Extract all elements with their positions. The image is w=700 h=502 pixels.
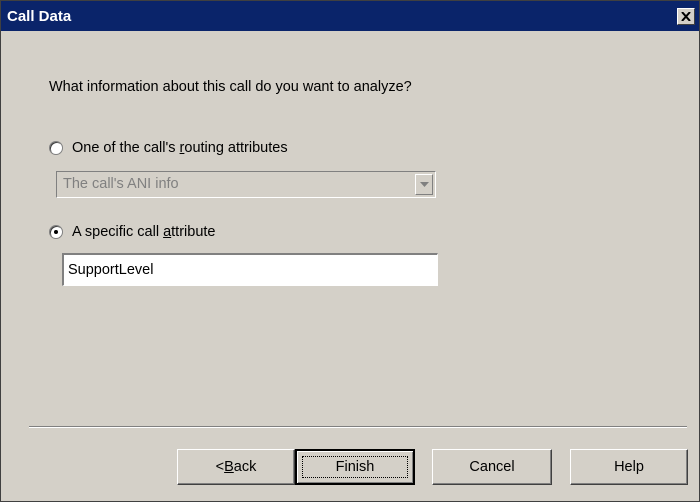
help-button[interactable]: Help: [570, 449, 688, 485]
specific-attribute-radio[interactable]: [49, 225, 63, 239]
dropdown-button[interactable]: [415, 174, 433, 195]
specific-attribute-option[interactable]: A specific call attribute: [49, 224, 216, 240]
radio-selected-dot: [54, 230, 58, 234]
routing-attribute-radio[interactable]: [49, 141, 63, 155]
title-bar[interactable]: Call Data: [1, 1, 699, 31]
routing-attribute-option[interactable]: One of the call's routing attributes: [49, 140, 288, 156]
routing-attribute-value: The call's ANI info: [63, 176, 179, 192]
focus-rect: [302, 456, 408, 478]
specific-attribute-label: A specific call attribute: [72, 224, 216, 240]
routing-attribute-dropdown[interactable]: The call's ANI info: [56, 171, 436, 198]
question-text: What information about this call do you …: [49, 79, 412, 95]
window-title: Call Data: [7, 7, 72, 25]
chevron-down-icon: [420, 182, 429, 187]
attribute-name-input[interactable]: [62, 253, 438, 286]
finish-button[interactable]: Finish: [295, 449, 415, 485]
close-icon: [681, 12, 691, 21]
close-button[interactable]: [677, 8, 695, 25]
separator: [29, 426, 687, 428]
call-data-dialog: Call Data What information about this ca…: [0, 0, 700, 502]
back-button[interactable]: < Back: [177, 449, 295, 485]
routing-attribute-label: One of the call's routing attributes: [72, 140, 288, 156]
cancel-button[interactable]: Cancel: [432, 449, 552, 485]
